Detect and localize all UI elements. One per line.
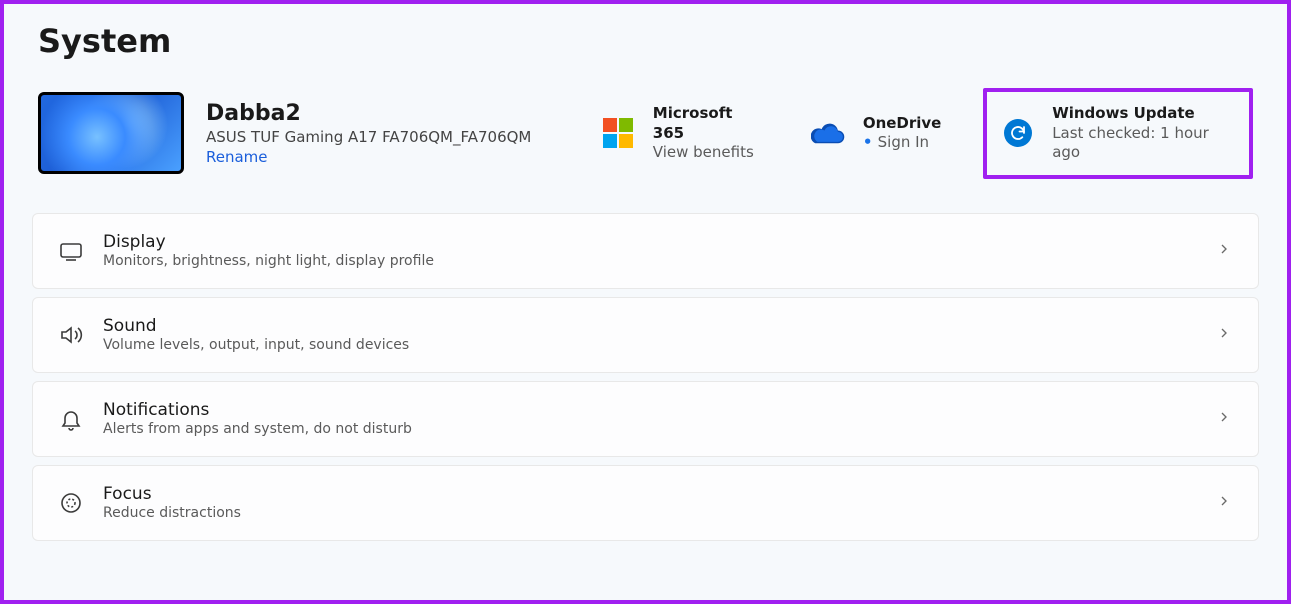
row-notifications-sub: Alerts from apps and system, do not dist… [103,421,1216,437]
update-sub: Last checked: 1 hour ago [1052,124,1235,163]
onedrive-card[interactable]: OneDrive Sign In [807,112,946,155]
row-focus[interactable]: Focus Reduce distractions [32,465,1259,541]
rename-link[interactable]: Rename [206,148,531,166]
row-display[interactable]: Display Monitors, brightness, night ligh… [32,213,1259,289]
microsoft-365-card[interactable]: Microsoft 365 View benefits [598,102,769,165]
device-thumbnail [38,92,184,174]
page-title: System [38,22,1259,60]
chevron-right-icon [1216,325,1232,345]
chevron-right-icon [1216,241,1232,261]
device-name: Dabba2 [206,101,531,126]
windows-update-card[interactable]: Windows Update Last checked: 1 hour ago [983,88,1253,179]
row-sound[interactable]: Sound Volume levels, output, input, soun… [32,297,1259,373]
device-model: ASUS TUF Gaming A17 FA706QM_FA706QM [206,128,531,146]
settings-system-page: System Dabba2 ASUS TUF Gaming A17 FA706Q… [0,0,1291,604]
chevron-right-icon [1216,493,1232,513]
system-header: Dabba2 ASUS TUF Gaming A17 FA706QM_FA706… [32,88,1259,179]
m365-sub: View benefits [653,143,765,163]
row-focus-sub: Reduce distractions [103,505,1216,521]
device-info-block[interactable]: Dabba2 ASUS TUF Gaming A17 FA706QM_FA706… [38,92,598,174]
row-sound-sub: Volume levels, output, input, sound devi… [103,337,1216,353]
chevron-right-icon [1216,409,1232,429]
row-notifications-title: Notifications [103,400,1216,420]
update-icon [1001,116,1034,150]
m365-title: Microsoft 365 [653,104,765,143]
settings-list: Display Monitors, brightness, night ligh… [32,213,1259,541]
focus-icon [59,491,103,515]
bell-icon [59,407,103,431]
display-icon [59,239,103,263]
row-display-sub: Monitors, brightness, night light, displ… [103,253,1216,269]
onedrive-icon [811,116,845,150]
onedrive-sub: Sign In [863,133,942,153]
row-focus-title: Focus [103,484,1216,504]
onedrive-title: OneDrive [863,114,942,134]
sound-icon [59,323,103,347]
update-title: Windows Update [1052,104,1235,124]
row-display-title: Display [103,232,1216,252]
microsoft-logo-icon [602,116,635,150]
row-sound-title: Sound [103,316,1216,336]
row-notifications[interactable]: Notifications Alerts from apps and syste… [32,381,1259,457]
